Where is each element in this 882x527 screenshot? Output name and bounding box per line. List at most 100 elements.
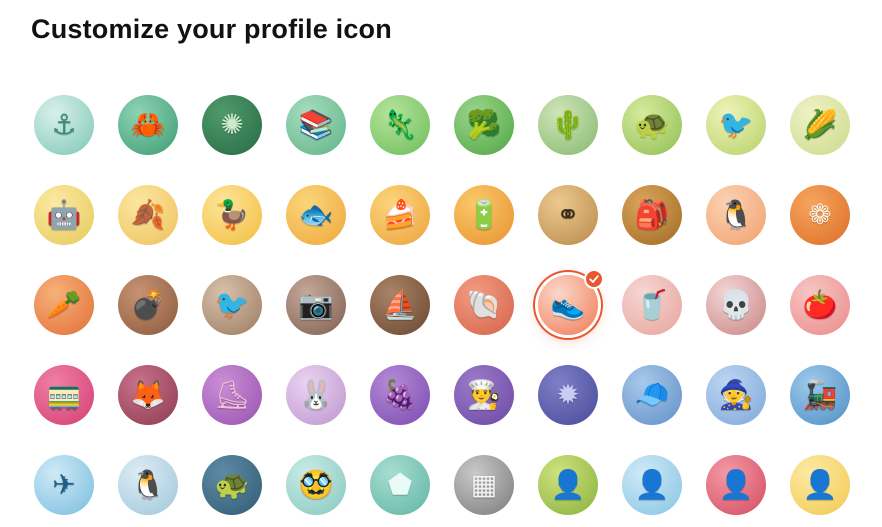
selected-check-icon: [584, 269, 604, 289]
profile-icon-grid: ⚓ 🦀 ✺ 📚 🦎 🥦 🌵 🐢 🐦 🌽 🤖 🍂 🦆 🐟 🍰 🔋 ⚭ 🎒 🐧 ❁ 🥕 💣 🐦 📷 ⛵ 🐚 👟 🥤 💀 🍅 🚃 🦊 ⛸ 🐰 🍇 👨‍🍳 ✹ 🧢…: [34, 95, 850, 515]
penguin-icon: 🐧: [130, 468, 166, 501]
roller-skate-icon: ⛸: [214, 378, 250, 411]
profile-icon-option-crab[interactable]: 🦀: [118, 95, 178, 155]
profile-icon-option-train[interactable]: 🚂: [790, 365, 850, 425]
profile-icon-option-bunny-pot[interactable]: 🐰: [286, 365, 346, 425]
penguin-red-icon: 🐧: [718, 198, 754, 231]
profile-icon-option-broccoli[interactable]: 🥦: [454, 95, 514, 155]
duck-icon: 🦆: [214, 198, 250, 231]
gnome-icon: 🧙: [718, 378, 754, 411]
profile-icon-option-fox[interactable]: 🦊: [118, 365, 178, 425]
anchor-icon: ⚓: [51, 108, 77, 141]
profile-icon-option-head-red[interactable]: 👤: [706, 455, 766, 515]
profile-icon-option-bird[interactable]: 🐦: [706, 95, 766, 155]
profile-icon-option-backpack[interactable]: 🎒: [622, 185, 682, 245]
profile-icon-option-train-cars[interactable]: 🚃: [34, 365, 94, 425]
tortoise-icon: 🐢: [214, 468, 250, 501]
profile-icon-option-disguise-glasses[interactable]: 🥸: [286, 455, 346, 515]
profile-icon-option-koi-fish[interactable]: 🐟: [286, 185, 346, 245]
battery-icon: 🔋: [466, 198, 502, 231]
cheese-grater-icon: ▦: [470, 468, 498, 501]
profile-icon-option-sparrow[interactable]: 🐦: [202, 275, 262, 335]
paper-plane-icon: ✈: [52, 468, 76, 501]
train-cars-icon: 🚃: [46, 378, 82, 411]
profile-icon-option-grapes[interactable]: 🍇: [370, 365, 430, 425]
profile-icon-option-wreath[interactable]: ❁: [790, 185, 850, 245]
profile-icon-option-skull-helmet[interactable]: 💀: [706, 275, 766, 335]
corn-icon: 🌽: [802, 108, 838, 141]
profile-icon-option-binoculars[interactable]: ⚭: [538, 185, 598, 245]
books-icon: 📚: [298, 108, 334, 141]
disguise-glasses-icon: 🥸: [298, 468, 334, 501]
puzzle-piece-icon: ⬟: [387, 468, 413, 501]
profile-icon-option-carrot[interactable]: 🥕: [34, 275, 94, 335]
profile-icon-option-tortoise[interactable]: 🐢: [202, 455, 262, 515]
ship-icon: ⛵: [382, 288, 418, 321]
profile-icon-option-chef-hat[interactable]: 👨‍🍳: [454, 365, 514, 425]
fox-icon: 🦊: [130, 378, 166, 411]
backpack-icon: 🎒: [634, 198, 670, 231]
profile-icon-option-camera[interactable]: 📷: [286, 275, 346, 335]
profile-icon-option-beanie[interactable]: 🧢: [622, 365, 682, 425]
crab-icon: 🦀: [130, 108, 166, 141]
profile-icon-option-shell[interactable]: 🐚: [454, 275, 514, 335]
beanie-icon: 🧢: [634, 378, 670, 411]
bomb-icon: 💣: [130, 288, 166, 321]
profile-icon-option-sea-urchin[interactable]: ✺: [202, 95, 262, 155]
koi-fish-icon: 🐟: [298, 198, 334, 231]
shell-icon: 🐚: [466, 288, 502, 321]
binoculars-icon: ⚭: [556, 198, 580, 231]
page-title: Customize your profile icon: [31, 14, 392, 44]
bird-icon: 🐦: [718, 108, 754, 141]
profile-icon-option-urchin-shell[interactable]: ✹: [538, 365, 598, 425]
profile-icon-option-tomato[interactable]: 🍅: [790, 275, 850, 335]
profile-icon-option-duck[interactable]: 🦆: [202, 185, 262, 245]
profile-icon-option-penguin-red[interactable]: 🐧: [706, 185, 766, 245]
profile-icon-option-bomb[interactable]: 💣: [118, 275, 178, 335]
profile-icon-option-corn[interactable]: 🌽: [790, 95, 850, 155]
train-icon: 🚂: [802, 378, 838, 411]
wreath-icon: ❁: [808, 198, 832, 231]
profile-icon-option-penguin[interactable]: 🐧: [118, 455, 178, 515]
robot-icon: 🤖: [46, 198, 82, 231]
profile-icon-option-paper-plane[interactable]: ✈: [34, 455, 94, 515]
profile-icon-option-anchor[interactable]: ⚓: [34, 95, 94, 155]
profile-icon-option-cactus[interactable]: 🌵: [538, 95, 598, 155]
profile-icon-option-coffee-cup[interactable]: 🥤: [622, 275, 682, 335]
profile-icon-option-ship[interactable]: ⛵: [370, 275, 430, 335]
bunny-pot-icon: 🐰: [298, 378, 334, 411]
profile-icon-option-cheese-grater[interactable]: ▦: [454, 455, 514, 515]
profile-icon-option-head-green[interactable]: 👤: [538, 455, 598, 515]
profile-icon-option-cake[interactable]: 🍰: [370, 185, 430, 245]
head-blue-icon: 👤: [634, 468, 670, 501]
chef-hat-icon: 👨‍🍳: [466, 378, 502, 411]
leaf-icon: 🍂: [130, 198, 166, 231]
profile-icon-option-robot[interactable]: 🤖: [34, 185, 94, 245]
profile-icon-option-leaf[interactable]: 🍂: [118, 185, 178, 245]
skull-helmet-icon: 💀: [718, 288, 754, 321]
cactus-icon: 🌵: [550, 108, 586, 141]
profile-icon-option-battery[interactable]: 🔋: [454, 185, 514, 245]
cake-icon: 🍰: [382, 198, 418, 231]
sparrow-icon: 🐦: [214, 288, 250, 321]
profile-icon-option-puzzle-piece[interactable]: ⬟: [370, 455, 430, 515]
profile-icon-option-head-yellow[interactable]: 👤: [790, 455, 850, 515]
profile-icon-option-chameleon[interactable]: 🦎: [370, 95, 430, 155]
broccoli-icon: 🥦: [466, 108, 502, 141]
profile-icon-option-roller-skate[interactable]: ⛸: [202, 365, 262, 425]
head-yellow-icon: 👤: [802, 468, 838, 501]
camera-icon: 📷: [298, 288, 334, 321]
profile-icon-option-sneaker[interactable]: 👟: [538, 269, 604, 335]
sea-urchin-icon: ✺: [220, 108, 244, 141]
turtle-icon: 🐢: [634, 108, 670, 141]
profile-icon-option-head-blue[interactable]: 👤: [622, 455, 682, 515]
profile-icon-option-gnome[interactable]: 🧙: [706, 365, 766, 425]
profile-icon-option-turtle[interactable]: 🐢: [622, 95, 682, 155]
chameleon-icon: 🦎: [382, 108, 418, 141]
urchin-shell-icon: ✹: [556, 378, 580, 411]
head-red-icon: 👤: [718, 468, 754, 501]
head-green-icon: 👤: [550, 468, 586, 501]
profile-icon-option-books[interactable]: 📚: [286, 95, 346, 155]
coffee-cup-icon: 🥤: [634, 288, 670, 321]
carrot-icon: 🥕: [46, 288, 82, 321]
